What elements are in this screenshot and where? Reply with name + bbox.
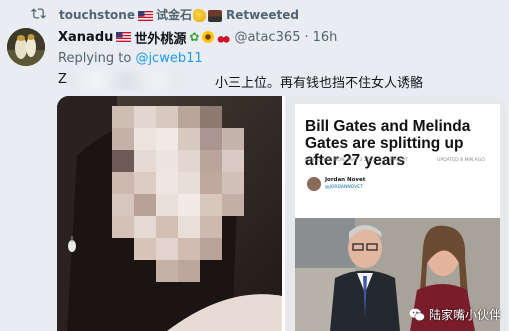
retweeter-name[interactable]: touchstone [59, 8, 135, 22]
tweet-header: Xanadu 世外桃源 ✿ @atac365 · 16h [58, 27, 337, 47]
meta-separator: · [304, 29, 309, 45]
flexed-bicep-icon [193, 9, 206, 22]
cherries-icon [217, 31, 231, 43]
us-flag-icon [137, 10, 153, 21]
avatar[interactable] [7, 28, 45, 66]
retweeter-name-suffix[interactable]: 试金石 [156, 8, 192, 22]
sunflower-icon [202, 31, 215, 43]
article-updated: UPDATED 8 MIN AGO [437, 158, 485, 163]
article-author: Jordan Novet [325, 177, 366, 183]
retweet-icon [31, 8, 46, 19]
author-handle[interactable]: @atac365 [234, 30, 300, 45]
tweet-text: Z 小三上位。再有钱也挡不住女人诱骼 [58, 72, 498, 92]
blurred-text-region [68, 72, 183, 90]
article-author-handle: @JORDANNOVET [325, 185, 363, 190]
author-avatar [307, 177, 321, 191]
us-flag-icon [116, 32, 132, 42]
news-article-card: Bill Gates and Melinda Gates are splitti… [295, 104, 500, 331]
author-name-suffix[interactable]: 世外桃源 [134, 28, 186, 47]
replying-to: Replying to @jcweb11 [58, 51, 203, 66]
tweet-text-prefix: Z [58, 72, 67, 87]
tweet-media[interactable]: Bill Gates and Melinda Gates are splitti… [57, 96, 507, 331]
replying-to-label: Replying to [58, 51, 132, 66]
media-image-right[interactable]: Bill Gates and Melinda Gates are splitti… [285, 96, 507, 331]
watermark-text: 陆家嘴小伙伴 [428, 308, 501, 322]
media-image-left[interactable] [57, 96, 282, 331]
retweet-action: Retweeted [226, 8, 299, 22]
wechat-icon [409, 308, 425, 321]
author-name[interactable]: Xanadu [58, 30, 113, 45]
retweet-header: touchstone 试金石 Retweeted [0, 4, 509, 24]
replying-to-handle[interactable]: @jcweb11 [135, 51, 202, 66]
tweet-time[interactable]: 16h [313, 30, 338, 45]
steam-locomotive-icon [208, 9, 222, 22]
four-leaf-clover-icon: ✿ [189, 30, 200, 44]
watermark: 陆家嘴小伙伴 [409, 306, 501, 323]
tweet-text-suffix: 小三上位。再有钱也挡不住女人诱骼 [215, 76, 424, 91]
article-published: PUBLISHED MON, MAY 3 2021·4:31 PM EDT [305, 158, 408, 163]
